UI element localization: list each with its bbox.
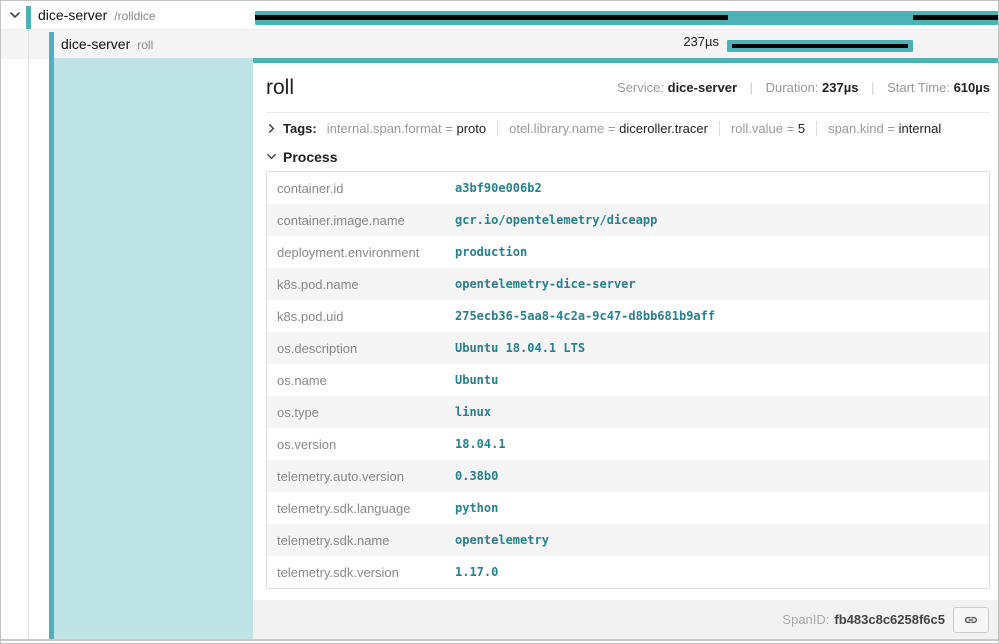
tag-value: diceroller.tracer [619, 121, 708, 136]
span-row-roll-selected[interactable]: dice-server roll 237µs [1, 29, 998, 59]
table-row: k8s.pod.uid275ecb36-5aa8-4c2a-9c47-d8bb6… [267, 300, 989, 332]
row-value: 0.38b0 [445, 460, 989, 492]
row-value: linux [445, 396, 989, 428]
duration-value: 237µs [822, 80, 858, 95]
row-key: container.id [267, 172, 445, 204]
copy-link-button[interactable] [953, 607, 989, 633]
row-key: k8s.pod.name [267, 268, 445, 300]
table-row: os.version18.04.1 [267, 428, 989, 460]
row-value: opentelemetry [445, 524, 989, 556]
tag-value: internal [899, 121, 942, 136]
tags-section-toggle[interactable]: Tags: internal.span.format = proto otel.… [266, 113, 990, 144]
tag-eq: = [608, 121, 616, 136]
table-row: deployment.environmentproduction [267, 236, 989, 268]
row-value: a3bf90e006b2 [445, 172, 989, 204]
duration-label: Duration: [766, 80, 819, 95]
rolldice-bar-line-right [913, 15, 998, 20]
tag-key: roll.value [731, 121, 783, 136]
start-time-value: 610µs [954, 80, 990, 95]
row-key: telemetry.sdk.name [267, 524, 445, 556]
process-section-toggle[interactable]: Process [266, 144, 990, 169]
tag-key: span.kind [828, 121, 884, 136]
start-time-label: Start Time: [887, 80, 950, 95]
row-key: os.name [267, 364, 445, 396]
overview-separator: | [750, 80, 753, 95]
tag-item: otel.library.name = diceroller.tracer [497, 121, 719, 136]
service-value: dice-server [668, 80, 737, 95]
table-row: telemetry.sdk.languagepython [267, 492, 989, 524]
overview-separator: | [871, 80, 874, 95]
chevron-right-icon[interactable] [266, 123, 277, 134]
row-value: 1.17.0 [445, 556, 989, 588]
window-bottom-border [1, 639, 998, 641]
row-key: deployment.environment [267, 236, 445, 268]
row-key: telemetry.sdk.language [267, 492, 445, 524]
service-text: dice-server [38, 7, 107, 23]
row-value: python [445, 492, 989, 524]
span-title: roll [266, 76, 294, 100]
row-key: os.type [267, 396, 445, 428]
table-row: telemetry.sdk.nameopentelemetry [267, 524, 989, 556]
row-key: os.description [267, 332, 445, 364]
row-value: 275ecb36-5aa8-4c2a-9c47-d8bb681b9aff [445, 300, 989, 332]
selected-span-highlight-block [54, 58, 253, 639]
row-key: telemetry.sdk.version [267, 556, 445, 588]
tree-indent-guide [28, 30, 29, 639]
row-value: production [445, 236, 989, 268]
table-row: container.ida3bf90e006b2 [267, 172, 989, 204]
row-value: opentelemetry-dice-server [445, 268, 989, 300]
process-label: Process [283, 149, 337, 165]
operation-text: /rolldice [114, 9, 155, 23]
tag-key: otel.library.name [509, 121, 604, 136]
span-detail-panel: roll Service: dice-server | Duration: 23… [253, 58, 998, 639]
table-row: os.nameUbuntu [267, 364, 989, 396]
table-row: os.descriptionUbuntu 18.04.1 LTS [267, 332, 989, 364]
span-duration-label: 237µs [631, 34, 719, 49]
table-row: telemetry.auto.version0.38b0 [267, 460, 989, 492]
row-value: 18.04.1 [445, 428, 989, 460]
table-row: k8s.pod.nameopentelemetry-dice-server [267, 268, 989, 300]
tag-eq: = [787, 121, 795, 136]
tag-value: 5 [798, 121, 805, 136]
tag-eq: = [445, 121, 453, 136]
span-detail-header: roll Service: dice-server | Duration: 23… [266, 63, 990, 113]
tag-item: internal.span.format = proto [327, 121, 497, 136]
tag-value: proto [456, 121, 486, 136]
service-text: dice-server [61, 36, 130, 52]
span-color-bar [26, 6, 31, 29]
tag-item: roll.value = 5 [719, 121, 816, 136]
span-service-name: dice-server/rolldice [38, 7, 156, 23]
service-label: Service: [617, 80, 664, 95]
spanid-label: SpanID: [782, 612, 829, 627]
row-key: k8s.pod.uid [267, 300, 445, 332]
link-icon [963, 612, 979, 628]
tag-eq: = [887, 121, 895, 136]
rolldice-bar-line-left [255, 15, 728, 20]
span-row-rolldice[interactable]: dice-server/rolldice [1, 1, 998, 29]
span-overview: Service: dice-server | Duration: 237µs |… [617, 80, 990, 95]
trace-detail-window: dice-server/rolldice dice-server roll 237… [0, 0, 999, 644]
row-value: Ubuntu 18.04.1 LTS [445, 332, 989, 364]
process-key-value-table: container.ida3bf90e006b2 container.image… [266, 171, 990, 589]
row-key: telemetry.auto.version [267, 460, 445, 492]
roll-bar-line [732, 44, 908, 48]
chevron-down-icon[interactable] [9, 9, 21, 21]
tags-label: Tags: [283, 121, 317, 136]
span-color-bar [49, 32, 54, 59]
chevron-down-icon[interactable] [266, 151, 277, 162]
span-service-name: dice-server roll [61, 36, 153, 52]
table-row: container.image.namegcr.io/opentelemetry… [267, 204, 989, 236]
span-detail-footer: SpanID: fb483c8c6258f6c5 [253, 600, 998, 639]
row-key: os.version [267, 428, 445, 460]
tag-item: span.kind = internal [816, 121, 952, 136]
operation-text: roll [137, 38, 153, 52]
row-key: container.image.name [267, 204, 445, 236]
tag-key: internal.span.format [327, 121, 442, 136]
spanid-value: fb483c8c6258f6c5 [834, 612, 945, 627]
table-row: os.typelinux [267, 396, 989, 428]
table-row: telemetry.sdk.version1.17.0 [267, 556, 989, 588]
row-value: Ubuntu [445, 364, 989, 396]
row-value: gcr.io/opentelemetry/diceapp [445, 204, 989, 236]
